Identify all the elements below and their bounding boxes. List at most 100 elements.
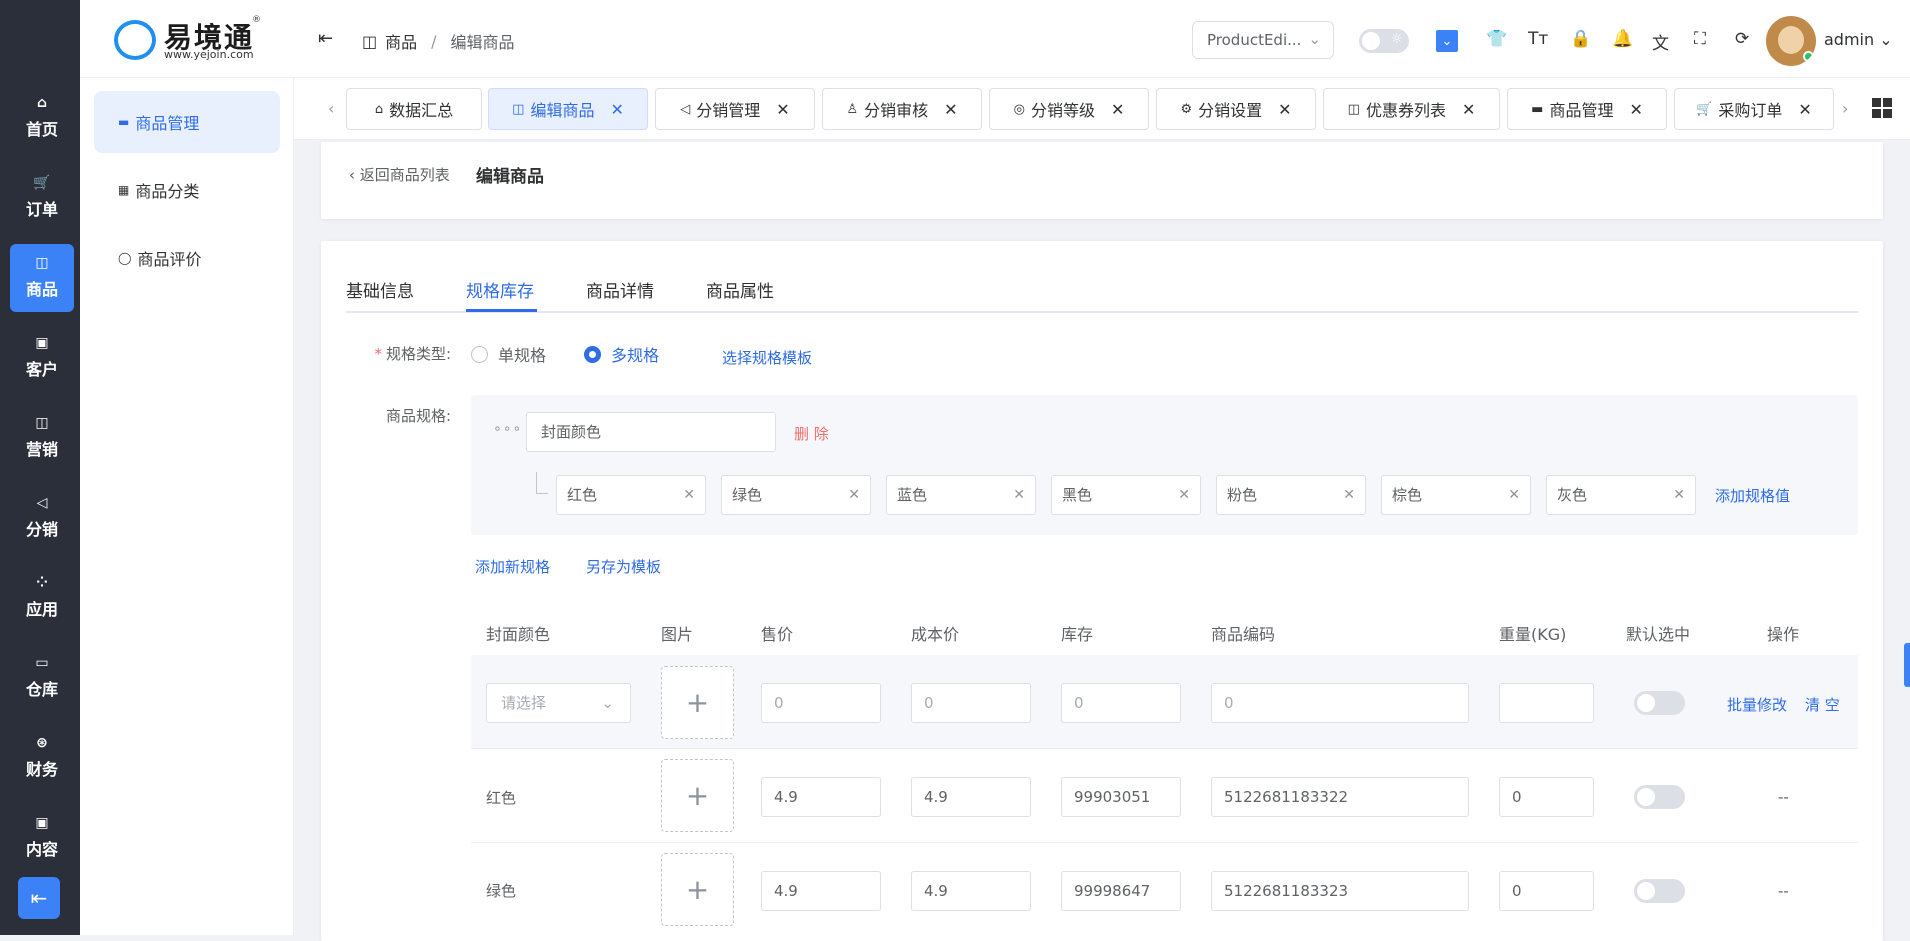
refresh-icon[interactable]: ⟳ [1735,29,1749,49]
row-cost-input[interactable]: 4.9 [911,871,1031,911]
font-size-icon[interactable]: Tт [1528,29,1548,49]
tab-distribution-level[interactable]: ◎ 分销等级 ✕ [989,88,1149,130]
row-default-switch[interactable] [1634,879,1685,903]
batch-edit-button[interactable]: 批量修改 [1727,694,1787,715]
tab-product-management[interactable]: ▬ 商品管理 ✕ [1507,88,1667,130]
radio-multi-spec[interactable]: 多规格 [584,342,659,366]
tab-distribution-settings[interactable]: ⚙ 分销设置 ✕ [1156,88,1316,130]
save-as-template-link[interactable]: 另存为模板 [586,556,661,577]
breadcrumb-root[interactable]: 商品 [385,29,417,53]
subnav-item-product-management[interactable]: ▬ 商品管理 [94,91,280,153]
add-spec-value-link[interactable]: 添加规格值 [1715,485,1790,506]
tab-distribution-management[interactable]: ◁ 分销管理 ✕ [655,88,815,130]
version-select[interactable]: ProductEdi... ⌄ [1192,21,1334,59]
lock-icon[interactable]: 🔒 [1570,29,1591,49]
rail-item-orders[interactable]: 🛒 订单 [10,164,74,232]
row-code-input[interactable]: 5122681183322 [1211,777,1469,817]
add-new-spec-link[interactable]: 添加新规格 [475,556,550,577]
batch-color-select[interactable]: 请选择 ⌄ [486,683,631,723]
color-picker-checkbox[interactable]: ⌄ [1436,30,1458,52]
rail-item-apps[interactable]: ⁘ 应用 [10,564,74,632]
translate-icon[interactable]: 文 [1652,29,1669,54]
subnav-item-product-review[interactable]: ◯ 商品评价 [94,227,280,289]
close-icon[interactable]: ✕ [944,100,957,119]
spec-name-input[interactable]: 封面颜色 [526,412,776,452]
batch-code-input[interactable]: 0 [1211,683,1469,723]
spec-value-tag[interactable]: 灰色 ✕ [1546,475,1696,515]
tab-distribution-review[interactable]: ♙ 分销审核 ✕ [822,88,982,130]
user-menu[interactable]: admin ⌄ [1824,30,1893,49]
batch-default-switch[interactable] [1634,691,1685,715]
fold-menu-icon[interactable]: ⇤ [318,28,333,49]
radio-single-spec[interactable]: 单规格 [471,342,546,366]
close-icon[interactable]: ✕ [1462,100,1475,119]
back-to-list-link[interactable]: ‹ 返回商品列表 [349,164,450,185]
choose-template-link[interactable]: 选择规格模板 [722,347,812,368]
batch-stock-input[interactable]: 0 [1061,683,1181,723]
row-weight-input[interactable]: 0 [1499,871,1594,911]
shirt-icon[interactable]: 👕 [1486,29,1507,49]
spec-value-tag[interactable]: 红色 ✕ [556,475,706,515]
collapse-sidebar-button[interactable]: ⇤ [18,877,60,919]
rail-item-distribution[interactable]: ◁ 分销 [10,484,74,552]
tab-product-details[interactable]: 商品详情 [586,277,654,302]
rail-item-customers[interactable]: ▣ 客户 [10,324,74,392]
bell-icon[interactable]: 🔔 [1612,29,1633,49]
close-icon[interactable]: ✕ [1508,476,1520,514]
tabs-scroll-right-icon[interactable]: › [1842,99,1848,118]
rail-item-marketing[interactable]: ◫ 营销 [10,404,74,472]
brand-logo[interactable]: 易境通 ® www.yejoin.com [80,0,294,78]
close-icon[interactable]: ✕ [1278,100,1291,119]
close-icon[interactable]: ✕ [610,100,623,119]
row-default-switch[interactable] [1634,785,1685,809]
close-icon[interactable]: ✕ [1343,476,1355,514]
row-stock-input[interactable]: 99998647 [1061,871,1181,911]
tabs-menu-grid-icon[interactable] [1872,98,1892,118]
tab-coupon-list[interactable]: ◫ 优惠券列表 ✕ [1323,88,1500,130]
rail-item-finance[interactable]: ⊛ 财务 [10,724,74,792]
close-icon[interactable]: ✕ [1013,476,1025,514]
close-icon[interactable]: ✕ [1673,476,1685,514]
clear-button[interactable]: 清 空 [1805,694,1840,715]
tab-basic-info[interactable]: 基础信息 [346,277,414,302]
close-icon[interactable]: ✕ [1798,100,1811,119]
rail-item-warehouse[interactable]: ▭ 仓库 [10,644,74,712]
row-stock-input[interactable]: 99903051 [1061,777,1181,817]
rail-item-products[interactable]: ◫ 商品 [10,244,74,312]
tab-purchase-orders[interactable]: 🛒 采购订单 ✕ [1674,88,1834,130]
spec-value-tag[interactable]: 粉色 ✕ [1216,475,1366,515]
avatar[interactable] [1766,16,1816,66]
batch-weight-input[interactable] [1499,683,1594,723]
tabs-scroll-left-icon[interactable]: ‹ [328,99,334,118]
tab-product-attributes[interactable]: 商品属性 [706,277,774,302]
spec-value-tag[interactable]: 黑色 ✕ [1051,475,1201,515]
row-cost-input[interactable]: 4.9 [911,777,1031,817]
row-code-input[interactable]: 5122681183323 [1211,871,1469,911]
side-settings-tab[interactable] [1904,643,1910,687]
delete-spec-button[interactable]: 删 除 [794,423,829,444]
drag-handle-icon[interactable]: ∘∘∘ [493,421,522,437]
row-weight-input[interactable]: 0 [1499,777,1594,817]
close-icon[interactable]: ✕ [1111,100,1124,119]
close-icon[interactable]: ✕ [1178,476,1190,514]
batch-cost-input[interactable]: 0 [911,683,1031,723]
tab-spec-stock[interactable]: 规格库存 [466,277,534,302]
row-image-upload[interactable]: + [661,853,734,926]
spec-value-tag[interactable]: 绿色 ✕ [721,475,871,515]
close-icon[interactable]: ✕ [1629,100,1642,119]
fullscreen-icon[interactable]: ⛶ [1694,29,1706,49]
close-icon[interactable]: ✕ [848,476,860,514]
row-image-upload[interactable]: + [661,759,734,832]
tab-data-summary[interactable]: ⌂ 数据汇总 [346,88,482,130]
row-price-input[interactable]: 4.9 [761,871,881,911]
batch-price-input[interactable]: 0 [761,683,881,723]
close-icon[interactable]: ✕ [776,100,789,119]
rail-item-content[interactable]: ▣ 内容 [10,804,74,872]
row-price-input[interactable]: 4.9 [761,777,881,817]
rail-item-home[interactable]: ⌂ 首页 [10,84,74,152]
close-icon[interactable]: ✕ [683,476,695,514]
spec-value-tag[interactable]: 棕色 ✕ [1381,475,1531,515]
tab-edit-product[interactable]: ◫ 编辑商品 ✕ [488,88,648,130]
subnav-item-product-category[interactable]: ▦ 商品分类 [94,159,280,221]
batch-image-upload[interactable]: + [661,666,734,739]
